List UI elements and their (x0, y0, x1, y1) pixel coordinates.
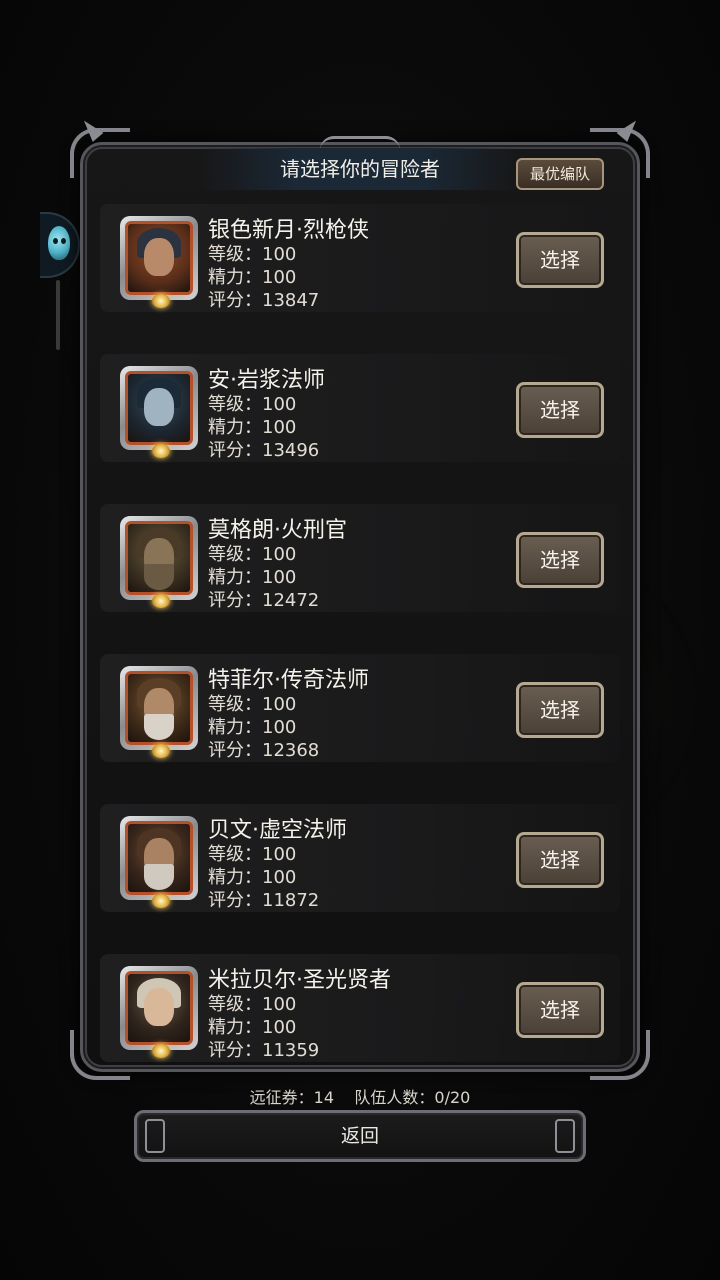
expedition-tickets: 远征券：14 (249, 1088, 335, 1107)
select-button[interactable]: 选择 (516, 382, 604, 438)
hero-row: 米拉贝尔·圣光贤者 等级：100 精力：100 评分：11359 选择 (100, 954, 620, 1062)
rank-gem-icon (152, 444, 170, 458)
button-ornament (145, 1119, 165, 1153)
select-button[interactable]: 选择 (516, 832, 604, 888)
hero-score: 评分：12472 (208, 590, 320, 611)
rank-gem-icon (152, 594, 170, 608)
legend-mage-portrait-icon (125, 671, 193, 745)
best-team-button[interactable]: 最优编队 (516, 158, 604, 190)
mascot-float-button[interactable] (40, 212, 80, 278)
rank-gem-icon (152, 744, 170, 758)
hero-score: 评分：13496 (208, 440, 320, 461)
hero-portrait[interactable] (120, 216, 198, 308)
sage-portrait-icon (125, 971, 193, 1045)
button-ornament (555, 1119, 575, 1153)
side-scroll-indicator (56, 280, 60, 350)
hero-score: 评分：12368 (208, 740, 320, 761)
mascot-icon (48, 226, 70, 260)
rank-gem-icon (152, 1044, 170, 1058)
back-label: 返回 (340, 1125, 379, 1147)
inquisitor-portrait-icon (125, 521, 193, 595)
hero-row: 贝文·虚空法师 等级：100 精力：100 评分：11872 选择 (100, 804, 620, 912)
dialog-title: 请选择你的冒险者 (200, 148, 520, 190)
team-count: 队伍人数：0/20 (354, 1088, 471, 1107)
hero-portrait[interactable] (120, 966, 198, 1058)
void-mage-portrait-icon (125, 821, 193, 895)
hero-portrait[interactable] (120, 816, 198, 908)
hero-row: 安·岩浆法师 等级：100 精力：100 评分：13496 选择 (100, 354, 620, 462)
back-button[interactable]: 返回 (134, 1110, 586, 1162)
mage-portrait-icon (125, 371, 193, 445)
hero-portrait[interactable] (120, 366, 198, 458)
hero-score: 评分：11872 (208, 890, 320, 911)
hero-score: 评分：11359 (208, 1040, 320, 1061)
lancer-portrait-icon (125, 221, 193, 295)
hero-row: 莫格朗·火刑官 等级：100 精力：100 评分：12472 选择 (100, 504, 620, 612)
select-button[interactable]: 选择 (516, 532, 604, 588)
hero-select-screen: 请选择你的冒险者 最优编队 银色新月·烈枪侠 等级：100 精力：100 评分：… (0, 0, 720, 1280)
select-button[interactable]: 选择 (516, 982, 604, 1038)
footer-info: 远征券：14 队伍人数：0/20 (0, 1084, 720, 1108)
hero-row: 银色新月·烈枪侠 等级：100 精力：100 评分：13847 选择 (100, 204, 620, 312)
rank-gem-icon (152, 894, 170, 908)
select-button[interactable]: 选择 (516, 682, 604, 738)
select-button[interactable]: 选择 (516, 232, 604, 288)
hero-portrait[interactable] (120, 516, 198, 608)
rank-gem-icon (152, 294, 170, 308)
hero-score: 评分：13847 (208, 290, 320, 311)
hero-row: 特菲尔·传奇法师 等级：100 精力：100 评分：12368 选择 (100, 654, 620, 762)
hero-portrait[interactable] (120, 666, 198, 758)
